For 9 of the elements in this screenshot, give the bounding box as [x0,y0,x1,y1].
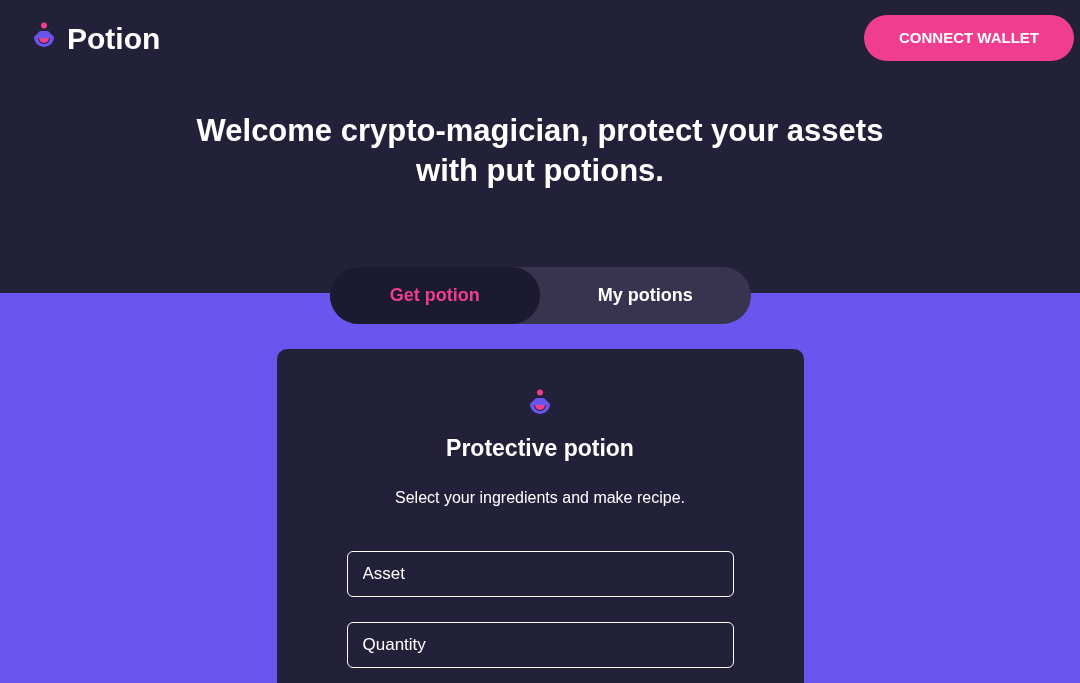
hero-title: Welcome crypto-magician, protect your assets with put potions. [195,112,885,190]
connect-wallet-button[interactable]: CONNECT WALLET [864,15,1074,61]
input-field[interactable]: Asset [346,550,734,597]
logo-text: Potion [67,20,161,57]
tab[interactable]: My potions [540,267,751,324]
tab[interactable]: Get potion [329,267,540,324]
card-subtitle: Select your ingredients and make recipe. [395,487,685,508]
card-title: Protective potion [446,434,634,463]
input-field[interactable]: Quantity [346,621,734,668]
